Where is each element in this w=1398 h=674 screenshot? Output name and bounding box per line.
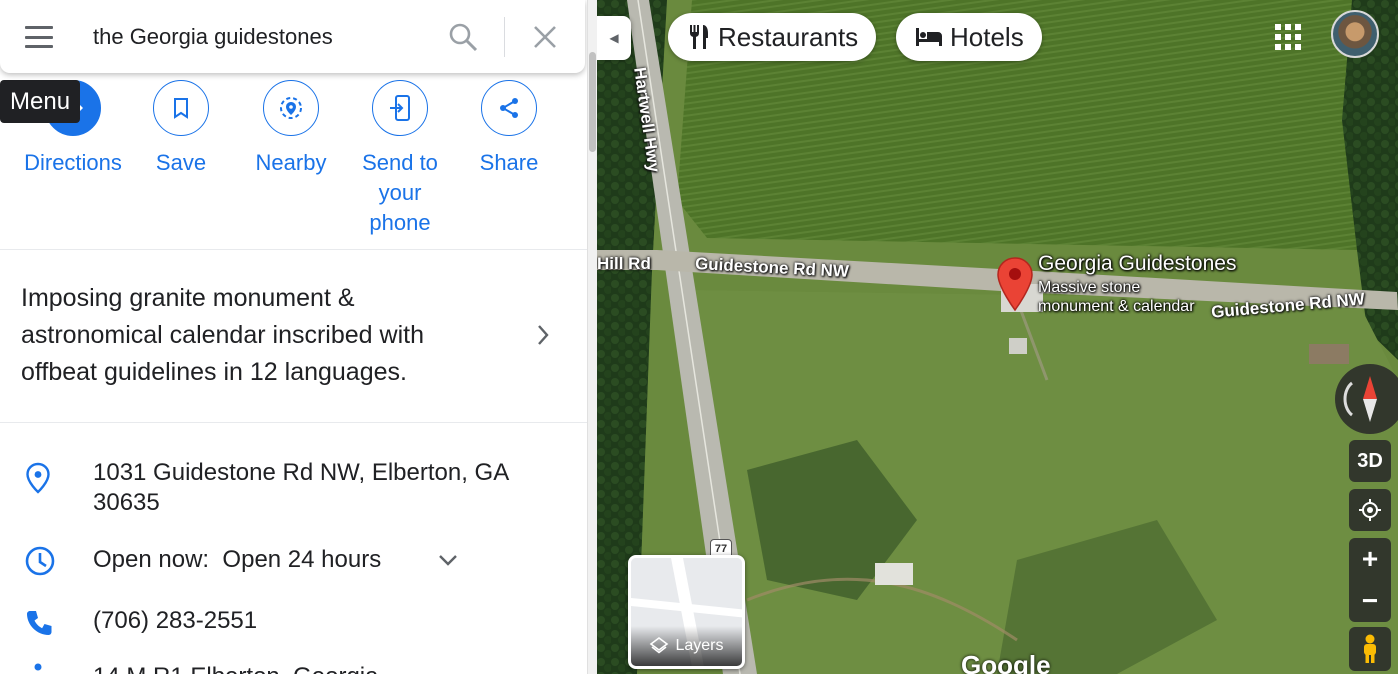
phone-text: (706) 283-2551: [93, 607, 258, 634]
collapse-panel-button[interactable]: ◀: [597, 16, 631, 60]
section-divider: [0, 249, 587, 250]
street-view-pegman-icon[interactable]: [1349, 627, 1391, 671]
hours-value: Open 24 hours: [222, 546, 382, 573]
search-box: [0, 0, 585, 73]
nearby-action[interactable]: Nearby: [236, 80, 346, 178]
layers-button[interactable]: Layers: [628, 555, 745, 669]
send-to-phone-icon: [372, 80, 428, 136]
zoom-out-button[interactable]: −: [1349, 580, 1391, 622]
account-avatar[interactable]: [1331, 10, 1379, 58]
layers-label: Layers: [631, 626, 742, 666]
place-pin-icon[interactable]: [996, 256, 1034, 312]
layers-label-text: Layers: [675, 637, 724, 654]
save-label: Save: [155, 150, 207, 175]
search-divider: [504, 17, 505, 57]
panel-scrollbar[interactable]: [587, 0, 597, 674]
address-text: 1031 Guidestone Rd NW, Elberton, GA 3063…: [93, 459, 508, 516]
plus-code-text: 14 M R1 Elberton, Georgia: [93, 662, 378, 674]
fork-knife-icon: [689, 25, 708, 49]
my-location-icon: [1359, 499, 1381, 521]
layers-icon: [650, 637, 669, 654]
send-to-phone-action[interactable]: Send to your phone: [345, 80, 455, 238]
menu-icon[interactable]: [25, 26, 53, 48]
place-label-subtitle-line2: monument & calendar: [1038, 298, 1195, 315]
nearby-label: Nearby: [255, 150, 327, 175]
restaurants-chip-label: Restaurants: [718, 21, 859, 52]
search-icon[interactable]: [448, 22, 478, 52]
pegman-figure: [1364, 634, 1376, 663]
place-label-subtitle-line1: Massive stone: [1038, 279, 1141, 296]
place-description[interactable]: Imposing granite monument & astronomical…: [21, 280, 491, 391]
compass-needle-icon: [1343, 376, 1377, 422]
chevron-right-icon[interactable]: [535, 323, 551, 347]
place-label-subtitle: Massive stone monument & calendar: [1038, 278, 1195, 316]
chevron-down-icon[interactable]: [437, 553, 459, 567]
compass-control[interactable]: [1335, 364, 1398, 434]
location-pin-icon: [26, 462, 50, 494]
google-watermark: Google: [961, 650, 1051, 674]
scrollbar-thumb[interactable]: [589, 52, 596, 152]
send-to-phone-label: Send to your phone: [362, 150, 438, 235]
save-action[interactable]: Save: [126, 80, 236, 178]
my-location-button[interactable]: [1349, 489, 1391, 531]
bed-icon: [916, 28, 942, 46]
place-side-panel: Directions Save Nearby Send to your phon…: [0, 0, 597, 674]
hours-prefix: Open now:: [93, 546, 210, 573]
plus-code-icon: [34, 663, 42, 671]
hotels-chip-label: Hotels: [950, 21, 1024, 52]
share-action[interactable]: Share: [454, 80, 564, 178]
bookmark-icon: [153, 80, 209, 136]
road-label-hill-rd: Hill Rd: [597, 254, 651, 273]
share-label: Share: [479, 150, 539, 175]
chevron-left-icon: ◀: [609, 31, 619, 45]
menu-tooltip: Menu: [0, 80, 81, 123]
clock-icon: [25, 546, 55, 576]
3d-toggle-button[interactable]: 3D: [1349, 440, 1391, 482]
map-canvas[interactable]: ◀ Restaurants Hotels Hartwell Hwy Hill R…: [597, 0, 1398, 674]
hours-text: Open now: Open 24 hours: [93, 545, 381, 575]
search-input[interactable]: [93, 22, 423, 52]
place-label-title[interactable]: Georgia Guidestones: [1038, 252, 1236, 276]
section-divider: [0, 422, 587, 423]
google-maps-app: ◀ Restaurants Hotels Hartwell Hwy Hill R…: [0, 0, 1398, 674]
restaurants-chip[interactable]: Restaurants: [668, 13, 877, 61]
close-icon[interactable]: [531, 23, 559, 51]
zoom-controls: + −: [1349, 538, 1391, 622]
nearby-icon: [263, 80, 319, 136]
phone-icon: [27, 611, 52, 635]
hotels-chip[interactable]: Hotels: [896, 13, 1042, 61]
google-apps-icon[interactable]: [1273, 22, 1301, 50]
directions-label: Directions: [24, 150, 122, 175]
zoom-in-button[interactable]: +: [1349, 538, 1391, 580]
share-icon: [481, 80, 537, 136]
